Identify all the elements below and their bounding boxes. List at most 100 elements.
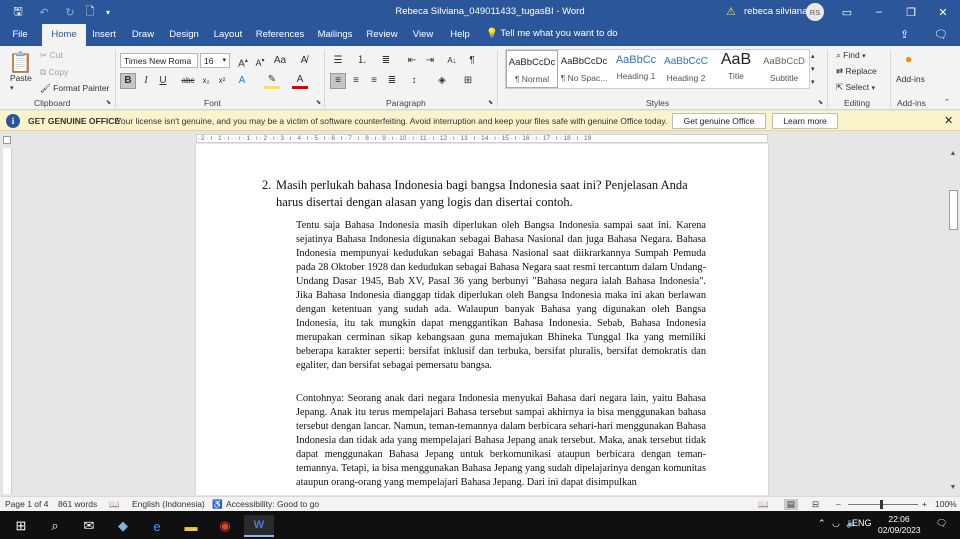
close-button[interactable]: ✕: [928, 2, 958, 22]
tab-layout[interactable]: Layout: [210, 24, 246, 46]
multilevel-list-icon[interactable]: ≣: [378, 53, 394, 69]
word-icon[interactable]: W: [244, 515, 274, 537]
web-layout-icon[interactable]: ⊟: [812, 499, 819, 510]
horizontal-ruler[interactable]: · 2 · ı · 1 · ı · · ı · 1 · ı · 2 · ı · …: [196, 134, 768, 143]
learn-more-button[interactable]: Learn more: [772, 113, 838, 129]
redo-icon[interactable]: ↻: [62, 4, 78, 20]
tab-insert[interactable]: Insert: [88, 24, 120, 46]
scroll-down-icon[interactable]: ▼: [948, 484, 958, 491]
share-icon[interactable]: ⇪: [900, 28, 909, 41]
clear-formatting-icon[interactable]: A̸: [296, 53, 312, 69]
paste-options-chevron-icon[interactable]: ▾: [10, 84, 14, 92]
notifications-icon[interactable]: 🗨: [936, 518, 947, 529]
vertical-scrollbar[interactable]: ▲ ▼: [946, 148, 960, 495]
tab-view[interactable]: View: [408, 24, 438, 46]
close-icon[interactable]: ✕: [944, 114, 953, 127]
zoom-slider[interactable]: [848, 504, 918, 505]
customize-toolbar-icon[interactable]: ▾: [100, 4, 116, 20]
style-heading-1[interactable]: AaBbCc Heading 1: [610, 50, 662, 88]
mail-icon[interactable]: ✉: [74, 515, 104, 537]
scroll-up-icon[interactable]: ▲: [948, 150, 958, 157]
justify-icon[interactable]: ≣: [384, 73, 400, 89]
style-normal[interactable]: AaBbCcDc ¶ Normal: [506, 50, 558, 88]
accessibility-status[interactable]: Accessibility: Good to go: [226, 499, 319, 509]
text-effects-icon[interactable]: A: [234, 73, 250, 89]
chrome-icon[interactable]: ◉: [210, 515, 240, 537]
tab-design[interactable]: Design: [166, 24, 202, 46]
grow-font-icon[interactable]: A▴: [235, 53, 251, 69]
align-center-icon[interactable]: ≡: [348, 73, 364, 89]
page-count[interactable]: Page 1 of 4: [5, 499, 48, 509]
replace-button[interactable]: ⇄ Replace: [836, 66, 877, 77]
read-mode-icon[interactable]: 📖: [758, 499, 769, 510]
tab-mailings[interactable]: Mailings: [314, 24, 356, 46]
question-text[interactable]: Masih perlukah bahasa Indonesia bagi ban…: [276, 177, 706, 211]
shrink-font-icon[interactable]: A▾: [252, 53, 268, 69]
save-icon[interactable]: 🖫: [10, 4, 26, 20]
document-page[interactable]: 2. Masih perlukah bahasa Indonesia bagi …: [196, 144, 768, 495]
tab-references[interactable]: References: [254, 24, 306, 46]
get-genuine-office-button[interactable]: Get genuine Office: [672, 113, 766, 129]
line-spacing-icon[interactable]: ↕: [406, 73, 422, 89]
proofing-icon[interactable]: 📖: [109, 499, 120, 510]
styles-scroll-up-icon[interactable]: ▴: [811, 52, 815, 60]
input-language[interactable]: ENG: [852, 518, 872, 528]
zoom-in-icon[interactable]: +: [922, 499, 927, 509]
style-title[interactable]: AaB Title: [710, 50, 762, 88]
tray-chevron-icon[interactable]: ⌃: [818, 518, 826, 529]
tell-me-search[interactable]: 💡 Tell me what you want to do: [486, 28, 618, 39]
ribbon-display-options-icon[interactable]: ▭: [832, 2, 862, 22]
tab-file[interactable]: File: [6, 24, 34, 46]
bold-icon[interactable]: B: [120, 73, 136, 89]
tab-review[interactable]: Review: [364, 24, 400, 46]
font-family-select[interactable]: Times New Roma: [120, 53, 198, 68]
app-icon[interactable]: ◆: [108, 515, 138, 537]
style-heading-2[interactable]: AaBbCcC Heading 2: [660, 50, 712, 88]
styles-more-icon[interactable]: ▾: [811, 78, 815, 86]
collapse-ribbon-icon[interactable]: ⌃: [944, 98, 950, 106]
comments-icon[interactable]: 🗨: [934, 28, 948, 41]
cut-button[interactable]: ✂ Cut: [40, 50, 63, 61]
underline-icon[interactable]: U: [155, 73, 171, 89]
highlight-icon[interactable]: ✎: [264, 73, 280, 89]
example-paragraph[interactable]: Contohnya: Seorang anak dari negara Indo…: [296, 392, 706, 490]
shading-icon[interactable]: ◈: [434, 73, 450, 89]
edge-icon[interactable]: e: [142, 515, 172, 537]
avatar[interactable]: RS: [806, 3, 824, 21]
add-ins-button[interactable]: Add-ins: [896, 74, 925, 84]
tab-home[interactable]: Home: [42, 24, 86, 46]
add-ins-icon[interactable]: ●: [905, 52, 912, 66]
style-subtitle[interactable]: AaBbCcD Subtitle: [758, 50, 810, 88]
warning-icon[interactable]: ⚠: [726, 5, 736, 18]
numbering-icon[interactable]: ⒈: [354, 53, 370, 69]
borders-icon[interactable]: ⊞: [460, 73, 476, 89]
bullets-icon[interactable]: ☰: [330, 53, 346, 69]
maximize-button[interactable]: ❐: [896, 2, 926, 22]
styles-launcher-icon[interactable]: ⬊: [818, 99, 823, 106]
tab-selector[interactable]: [3, 136, 11, 144]
paragraph-launcher-icon[interactable]: ⬊: [488, 99, 493, 106]
superscript-icon[interactable]: x²: [214, 73, 230, 89]
styles-scroll-down-icon[interactable]: ▾: [811, 65, 815, 73]
undo-icon[interactable]: ↶: [36, 4, 52, 20]
italic-icon[interactable]: I: [138, 73, 154, 89]
new-document-icon[interactable]: 🗋: [82, 4, 98, 20]
word-count[interactable]: 861 words: [58, 499, 97, 509]
clipboard-launcher-icon[interactable]: ⬊: [106, 99, 111, 106]
align-right-icon[interactable]: ≡: [366, 73, 382, 89]
zoom-slider-thumb[interactable]: [880, 500, 883, 509]
show-formatting-icon[interactable]: ¶: [464, 53, 480, 69]
account-name[interactable]: rebeca silviana: [744, 6, 807, 17]
search-icon[interactable]: ⌕: [40, 515, 70, 537]
file-explorer-icon[interactable]: ▬: [176, 515, 206, 537]
font-launcher-icon[interactable]: ⬊: [316, 99, 321, 106]
decrease-indent-icon[interactable]: ⇤: [404, 53, 420, 69]
find-button[interactable]: ⌕ Find ▾: [836, 50, 866, 61]
vertical-ruler[interactable]: [3, 148, 12, 494]
system-clock[interactable]: 22:06 02/09/2023: [878, 514, 921, 536]
increase-indent-icon[interactable]: ⇥: [422, 53, 438, 69]
select-button[interactable]: ⇱ Select ▾: [836, 82, 875, 93]
sort-icon[interactable]: A↓: [444, 53, 460, 69]
strikethrough-icon[interactable]: abc: [180, 73, 196, 89]
answer-paragraph[interactable]: Tentu saja Bahasa Indonesia masih diperl…: [296, 219, 706, 373]
